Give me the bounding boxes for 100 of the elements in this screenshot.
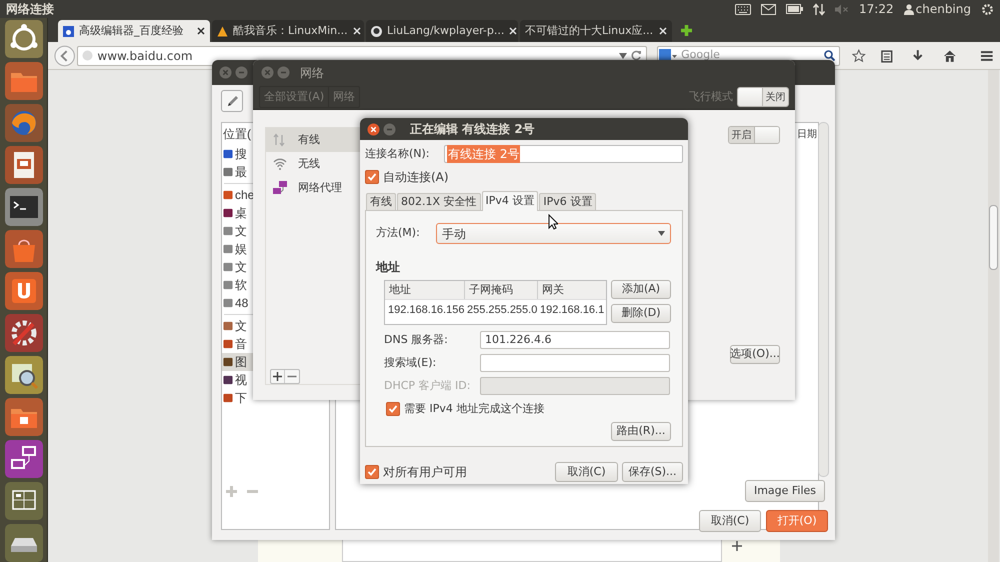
place-item[interactable]: 文 bbox=[222, 317, 253, 335]
place-item[interactable]: 软 bbox=[222, 276, 253, 294]
window-title: 网络 bbox=[300, 64, 324, 82]
field-label: DHCP 客户端 ID: bbox=[384, 378, 472, 394]
tab[interactable]: 802.1X 安全性 bbox=[397, 193, 481, 210]
switch-state: 关闭 bbox=[763, 88, 788, 106]
place-item[interactable]: 下 bbox=[222, 389, 253, 407]
battery-icon[interactable] bbox=[786, 4, 804, 14]
tab[interactable]: IPv6 设置 bbox=[539, 193, 596, 210]
place-label: 音 bbox=[235, 336, 247, 353]
place-label: 搜 bbox=[235, 146, 247, 163]
filter-dropdown[interactable]: Image Files bbox=[745, 480, 825, 502]
delete-button[interactable]: 删除(D) bbox=[611, 304, 671, 323]
options-button[interactable]: 选项(O)... bbox=[730, 345, 780, 364]
input-field[interactable]: 101.226.4.6 bbox=[480, 331, 670, 349]
folder-network-icon[interactable] bbox=[4, 398, 42, 436]
home-icon[interactable] bbox=[942, 48, 956, 62]
dropdown-arrow-icon[interactable] bbox=[619, 52, 628, 58]
browser-tab[interactable]: 不可错过的十大Linux应... bbox=[520, 20, 672, 42]
place-item[interactable]: 图 bbox=[222, 353, 253, 371]
terminal-icon[interactable] bbox=[4, 188, 42, 226]
column-header[interactable]: 子网掩码 bbox=[464, 281, 537, 299]
network-icon bbox=[272, 180, 288, 196]
place-item[interactable]: 文 bbox=[222, 222, 253, 240]
place-item[interactable]: 音 bbox=[222, 335, 253, 353]
scrollbar[interactable] bbox=[818, 122, 829, 477]
browser-tab[interactable]: LiuLang/kwplayer-p... bbox=[366, 20, 518, 42]
mail-icon[interactable] bbox=[761, 4, 776, 14]
toggle-switch[interactable]: 关闭 bbox=[737, 87, 789, 107]
search-input[interactable]: Google bbox=[681, 48, 821, 60]
checkbox[interactable] bbox=[365, 465, 379, 479]
cancel-button[interactable]: 取消(C) bbox=[555, 462, 618, 482]
field-label: 搜索域(E): bbox=[384, 354, 438, 371]
place-item[interactable]: 娱 bbox=[222, 240, 253, 258]
place-item[interactable]: 最 bbox=[222, 163, 253, 181]
reload-icon[interactable] bbox=[631, 50, 642, 61]
switch-state: 开启 bbox=[729, 127, 754, 143]
window-title: 正在编辑 有线连接 2号 bbox=[410, 121, 535, 138]
method-dropdown[interactable]: 手动 bbox=[436, 223, 671, 244]
ubuntu-logo-icon[interactable] bbox=[4, 20, 42, 58]
field-label: DNS 服务器: bbox=[384, 332, 449, 348]
plus-icon[interactable] bbox=[680, 24, 693, 37]
cancel-button[interactable]: 取消(C) bbox=[699, 510, 761, 532]
transfer-arrows-icon[interactable] bbox=[813, 2, 826, 16]
menu-icon[interactable] bbox=[980, 48, 994, 62]
close-icon[interactable] bbox=[367, 122, 380, 136]
place-item[interactable]: 视 bbox=[222, 371, 253, 389]
checkbox[interactable] bbox=[386, 402, 400, 416]
place-label: 48 bbox=[235, 295, 248, 312]
tab[interactable]: 有线 bbox=[366, 193, 396, 210]
input-field[interactable] bbox=[480, 354, 670, 372]
device-item[interactable]: 无线 bbox=[266, 152, 364, 176]
place-label: 软 bbox=[235, 277, 247, 294]
place-item[interactable]: 搜 bbox=[222, 145, 253, 163]
tab-title: 不可错过的十大Linux应... bbox=[525, 22, 654, 39]
keyboard-icon[interactable] bbox=[735, 4, 752, 14]
place-item[interactable]: 桌 bbox=[222, 204, 253, 222]
column-header[interactable]: 日期 bbox=[797, 123, 817, 145]
user-name[interactable]: chenbing bbox=[916, 0, 971, 18]
routes-button[interactable]: 路由(R)... bbox=[611, 422, 671, 440]
network-icon[interactable] bbox=[4, 440, 42, 478]
gear-icon[interactable] bbox=[981, 2, 994, 16]
magnifier-icon[interactable] bbox=[4, 356, 42, 394]
checkbox-label: 需要 IPv4 地址完成这个连接 bbox=[404, 401, 544, 417]
place-item[interactable]: che bbox=[222, 186, 253, 204]
save-button[interactable]: 保存(S)... bbox=[622, 462, 683, 482]
device-item[interactable]: 网络代理 bbox=[266, 176, 364, 200]
clipboard-icon[interactable] bbox=[880, 48, 894, 62]
plus-icon[interactable] bbox=[732, 541, 742, 551]
place-label: 下 bbox=[235, 390, 247, 407]
drive-icon[interactable] bbox=[4, 524, 42, 562]
toggle-switch[interactable]: 开启 bbox=[728, 126, 780, 144]
star-icon[interactable] bbox=[852, 48, 866, 62]
user-icon[interactable] bbox=[904, 4, 914, 14]
place-item[interactable]: 文 bbox=[222, 258, 253, 276]
clock: 17:22 bbox=[859, 1, 894, 18]
scrollbar-thumb[interactable] bbox=[989, 205, 998, 270]
field-label: 连接名称(N): bbox=[365, 146, 431, 162]
add-button[interactable]: 添加(A) bbox=[611, 280, 671, 299]
checkbox[interactable] bbox=[365, 170, 379, 184]
app-title: 网络连接 bbox=[6, 1, 54, 18]
column-header[interactable]: 位置( bbox=[222, 123, 253, 145]
column-header[interactable]: 网关 bbox=[537, 281, 606, 299]
site-icon bbox=[371, 26, 382, 36]
edit-button[interactable] bbox=[221, 90, 243, 112]
gear-wrench-icon[interactable] bbox=[4, 314, 42, 352]
browser-tab[interactable]: 酷我音乐：LinuxMin... bbox=[212, 20, 364, 42]
column-header[interactable]: 地址 bbox=[385, 281, 464, 299]
app-icon[interactable] bbox=[4, 272, 42, 310]
download-icon[interactable] bbox=[911, 48, 925, 62]
field-value: 101.226.4.6 bbox=[485, 332, 552, 348]
pencil-icon bbox=[226, 94, 238, 108]
browser-tab[interactable]: 高级编辑器_百度经验 bbox=[58, 20, 210, 42]
close-icon[interactable] bbox=[197, 27, 205, 35]
workspace-icon[interactable] bbox=[4, 482, 42, 520]
place-item[interactable]: 48 bbox=[222, 294, 253, 312]
airplane-mode-label: 飞行模式 bbox=[689, 88, 733, 105]
presentation-icon[interactable] bbox=[4, 146, 42, 184]
selected-text: 有线连接 2号 bbox=[447, 145, 520, 163]
tab[interactable]: IPv4 设置 bbox=[482, 191, 538, 211]
